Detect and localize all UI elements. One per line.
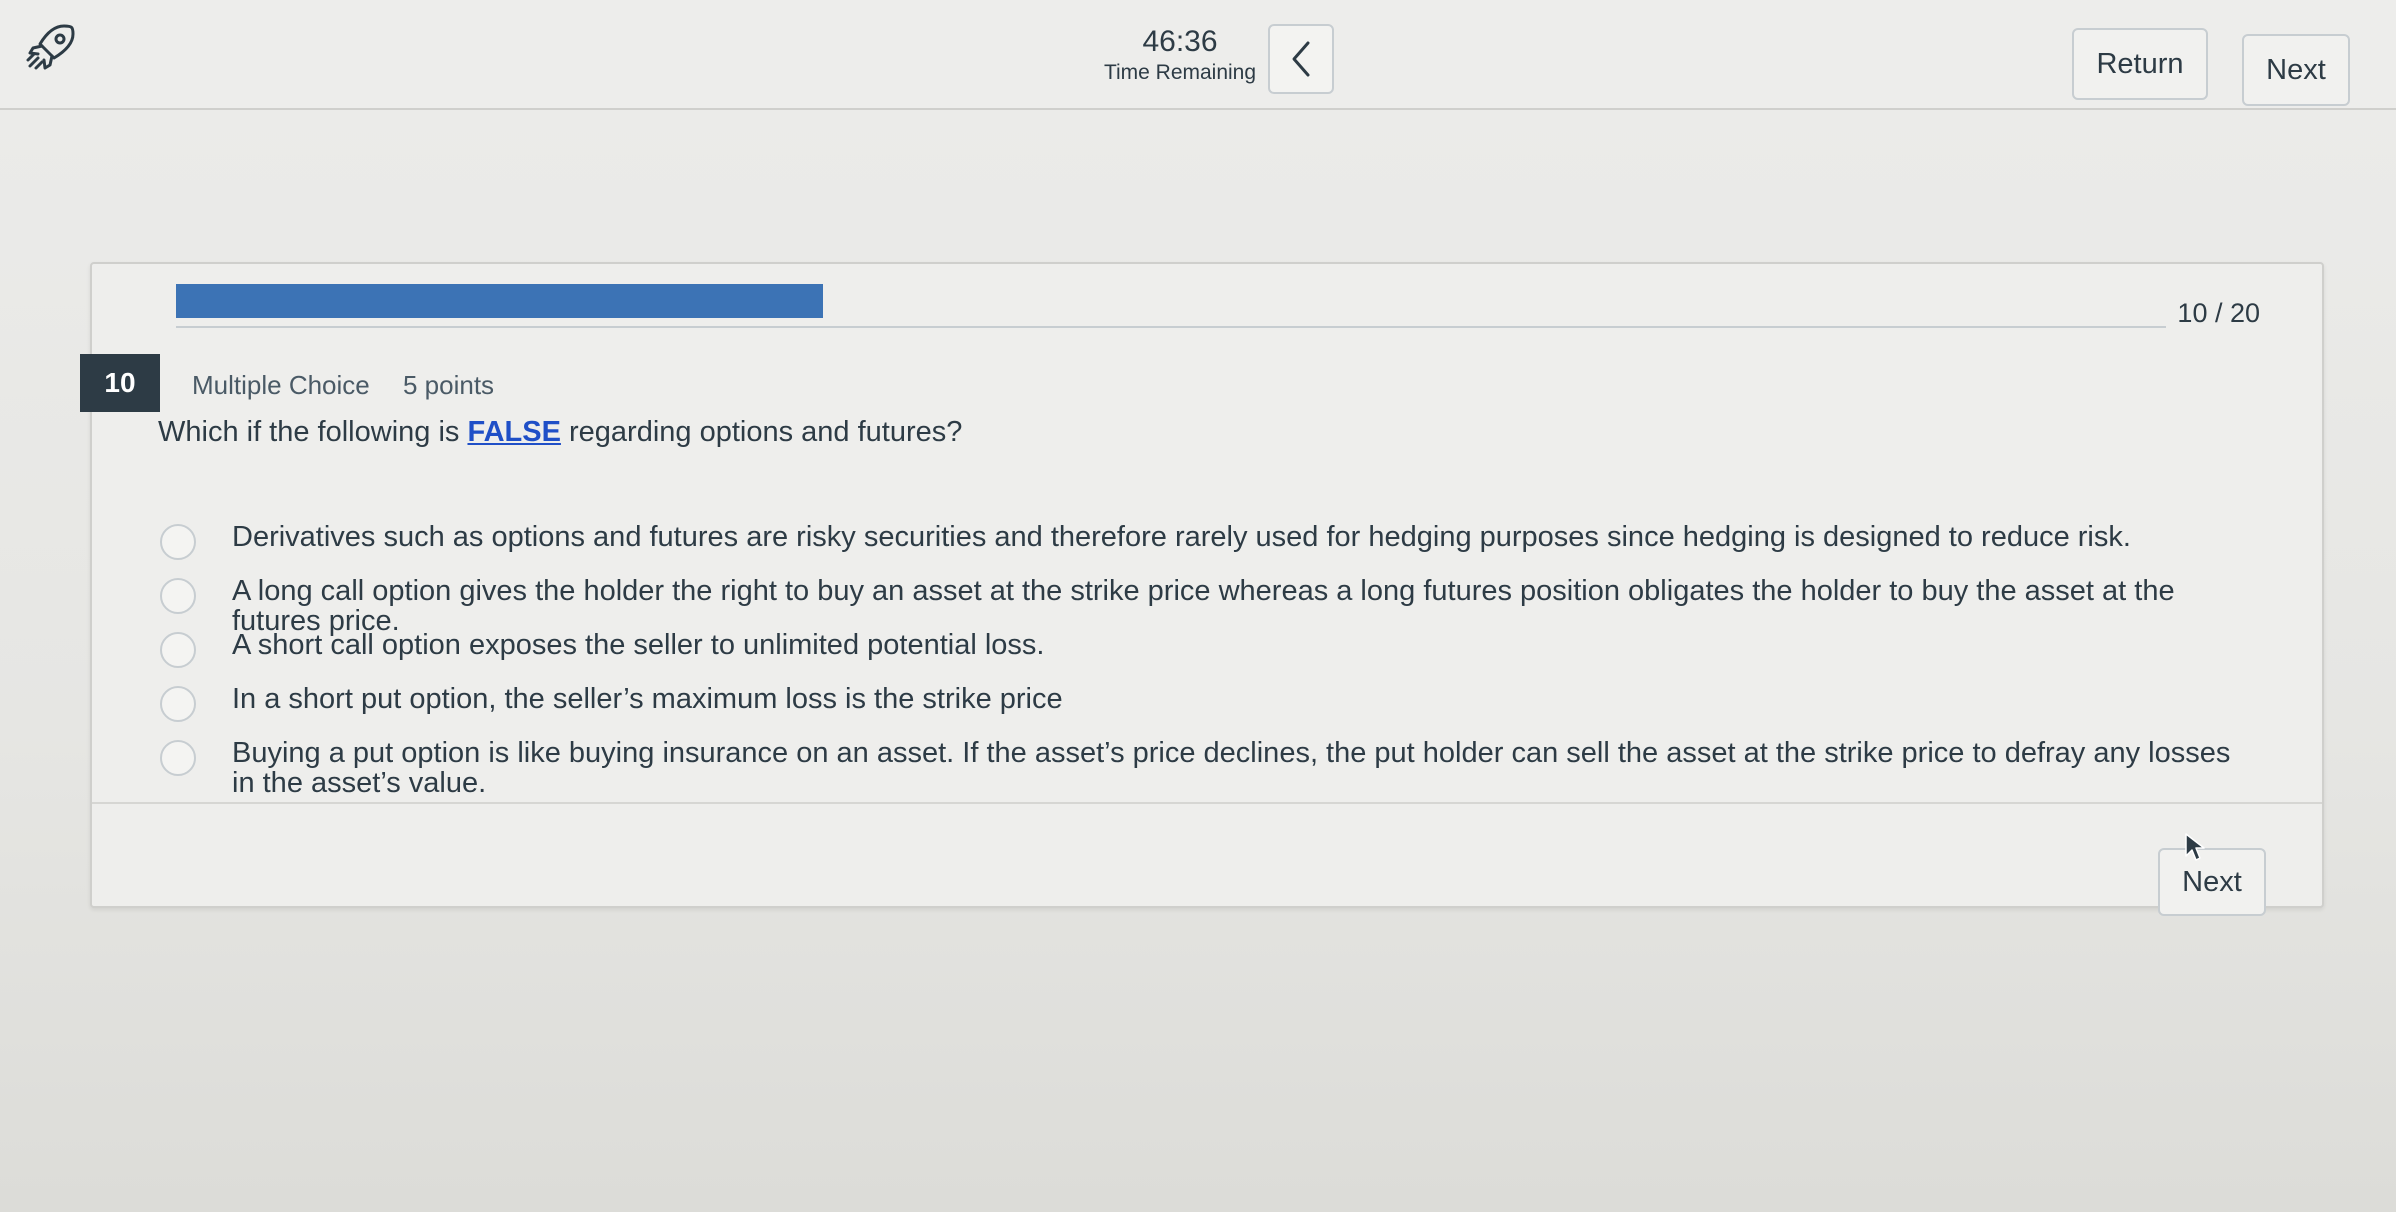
next-button-bottom[interactable]: Next (2158, 848, 2266, 916)
question-text-before: Which if the following is (158, 416, 468, 448)
progress-counter: 10 / 20 (2177, 298, 2260, 328)
question-card: 10 / 20 10 Multiple Choice 5 points Whic… (80, 262, 2324, 916)
return-button[interactable]: Return (2072, 28, 2208, 100)
answer-text: Buying a put option is like buying insur… (232, 737, 2231, 799)
answer-option-3[interactable]: A short call option exposes the seller t… (160, 630, 2260, 668)
quiz-page: 46:36 Time Remaining Return Next 10 / 20… (0, 0, 2396, 1212)
radio-button[interactable] (160, 524, 196, 560)
answer-option-1[interactable]: Derivatives such as options and futures … (160, 522, 2260, 560)
answer-option-5[interactable]: Buying a put option is like buying insur… (160, 738, 2260, 798)
card-divider (92, 802, 2322, 804)
question-meta: Multiple Choice 5 points (192, 370, 520, 401)
question-text: Which if the following is FALSE regardin… (158, 416, 962, 449)
answer-option-4[interactable]: In a short put option, the seller’s maxi… (160, 684, 2260, 722)
answer-text: Derivatives such as options and futures … (232, 521, 2131, 553)
radio-button[interactable] (160, 578, 196, 614)
timer: 46:36 Time Remaining (1090, 24, 1270, 86)
chevron-left-icon (1292, 41, 1310, 77)
answer-text: A long call option gives the holder the … (232, 575, 2175, 637)
timer-label: Time Remaining (1103, 61, 1257, 84)
question-points: 5 points (402, 370, 495, 400)
question-type: Multiple Choice (192, 370, 370, 400)
question-number-badge: 10 (80, 354, 160, 412)
top-bar: 46:36 Time Remaining Return Next (0, 0, 2396, 110)
timer-value: 46:36 (1142, 25, 1218, 58)
radio-button[interactable] (160, 632, 196, 668)
rocket-icon (24, 18, 80, 74)
mouse-pointer-icon (2184, 832, 2206, 862)
collapse-timer-button[interactable] (1268, 24, 1334, 94)
answer-text: A short call option exposes the seller t… (232, 629, 1045, 661)
progress-bar (176, 274, 2166, 328)
answer-option-2[interactable]: A long call option gives the holder the … (160, 576, 2260, 636)
question-emphasis-link[interactable]: FALSE (467, 416, 560, 448)
radio-button[interactable] (160, 686, 196, 722)
progress-fill (176, 284, 823, 318)
radio-button[interactable] (160, 740, 196, 776)
next-button-top[interactable]: Next (2242, 34, 2350, 106)
answer-text: In a short put option, the seller’s maxi… (232, 683, 1063, 715)
question-text-after: regarding options and futures? (560, 416, 963, 448)
